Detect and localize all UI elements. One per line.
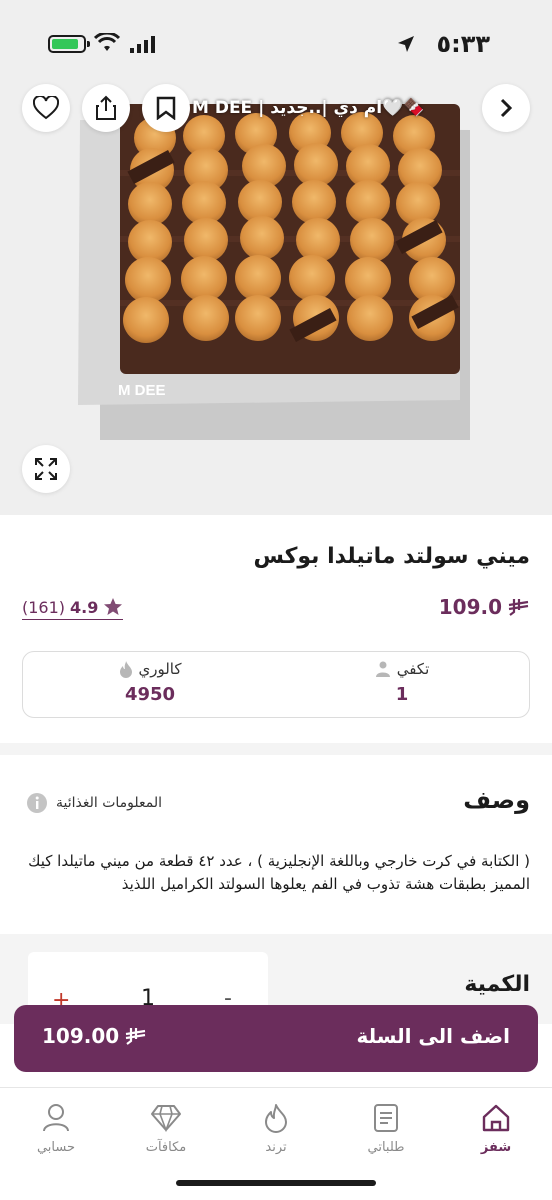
header-title: 🍫🤍ام دي |..جديد | M DEE <box>192 98 425 118</box>
section-divider <box>0 743 552 755</box>
product-price: 109.0 <box>439 595 530 619</box>
cart-price-value: 109.00 <box>42 1024 120 1048</box>
nav-label-account: حسابي <box>36 1140 76 1155</box>
serves-label: تكفي <box>396 660 430 678</box>
serves-column: تكفي 1 <box>275 660 529 705</box>
riyal-icon <box>126 1028 146 1045</box>
nav-item-trend[interactable]: ترند <box>221 1100 331 1155</box>
share-button[interactable] <box>82 84 130 132</box>
favorite-button[interactable] <box>22 84 70 132</box>
rating-link[interactable]: (161) 4.9 <box>22 597 124 620</box>
calories-value: 4950 <box>124 684 176 705</box>
nutrition-info-link[interactable]: المعلومات الغذائية <box>26 792 162 814</box>
expand-icon <box>35 458 57 480</box>
product-info-card: تكفي 1 كالوري 4950 <box>22 651 530 718</box>
nav-label-trend: ترند <box>265 1140 287 1155</box>
serves-value: 1 <box>395 684 409 705</box>
board-brand-text: M DEE <box>118 382 166 399</box>
price-value: 109.0 <box>438 595 502 619</box>
nav-item-account[interactable]: حسابي <box>1 1100 111 1155</box>
star-icon <box>104 598 123 615</box>
share-icon <box>96 95 116 120</box>
add-to-cart-price: 109.00 <box>42 1024 147 1048</box>
description-title: وصف <box>463 786 530 814</box>
expand-image-button[interactable] <box>22 445 70 493</box>
product-description: ( الكتابة في كرت خارجي وباللغة الإنجليزي… <box>28 852 530 893</box>
nav-label-rewards: مكافآت <box>145 1140 187 1155</box>
home-indicator <box>176 1180 376 1186</box>
signal-icon <box>130 36 155 53</box>
diamond-icon <box>151 1105 181 1132</box>
nav-item-orders[interactable]: طلباتي <box>331 1100 441 1155</box>
status-time: ٥:٣٣ <box>436 30 490 58</box>
bookmark-icon <box>156 96 176 120</box>
rating-value: 4.9 <box>70 597 99 617</box>
user-icon <box>43 1104 69 1132</box>
add-to-cart-label: اضف الى السلة <box>356 1024 510 1048</box>
chevron-right-icon <box>500 98 513 118</box>
home-icon <box>482 1104 510 1132</box>
battery-icon <box>48 35 90 53</box>
person-icon <box>375 661 390 677</box>
calories-column: كالوري 4950 <box>23 660 277 705</box>
heart-icon <box>33 96 59 120</box>
status-bar: ٥:٣٣ <box>0 0 552 88</box>
nutrition-info-label: المعلومات الغذائية <box>56 795 163 811</box>
add-to-cart-button[interactable]: اضف الى السلة 109.00 <box>14 1005 538 1072</box>
nav-label-home: شفز <box>480 1140 512 1155</box>
flame-icon <box>265 1104 287 1133</box>
bookmark-button[interactable] <box>142 84 190 132</box>
flame-small-icon <box>119 661 132 678</box>
back-button[interactable] <box>482 84 530 132</box>
location-arrow-icon <box>398 36 414 52</box>
wifi-icon <box>94 33 120 51</box>
rating-count: (161) <box>22 597 66 617</box>
quantity-label: الكمية <box>464 972 530 997</box>
orders-icon <box>374 1104 398 1132</box>
nav-item-home[interactable]: شفز <box>441 1100 551 1155</box>
info-icon <box>27 793 47 813</box>
riyal-icon <box>508 599 529 616</box>
nav-label-orders: طلباتي <box>367 1140 405 1155</box>
calories-label: كالوري <box>138 660 182 678</box>
product-name: ميني سولتد ماتيلدا بوكس <box>253 544 531 569</box>
nav-item-rewards[interactable]: مكافآت <box>111 1100 221 1155</box>
